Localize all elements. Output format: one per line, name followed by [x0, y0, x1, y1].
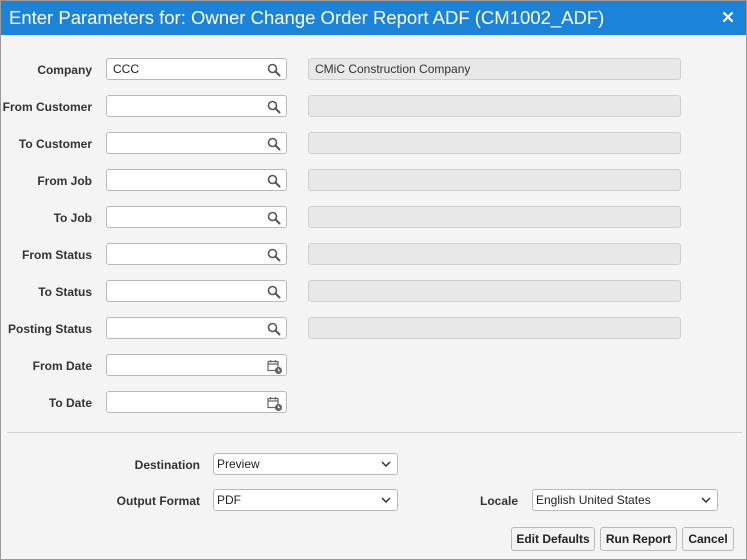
- search-icon[interactable]: [267, 211, 281, 225]
- from-date-label: From Date: [32, 359, 92, 373]
- destination-value: Preview: [217, 457, 260, 471]
- from-status-label: From Status: [21, 248, 92, 262]
- section-divider: [7, 432, 742, 433]
- cancel-button[interactable]: Cancel: [682, 527, 734, 551]
- locale-select[interactable]: English United States: [532, 489, 718, 511]
- from-date-field[interactable]: [106, 354, 287, 376]
- from-status-description: [308, 243, 681, 265]
- chevron-down-icon: [381, 460, 391, 468]
- edit-defaults-button[interactable]: Edit Defaults: [511, 527, 595, 551]
- search-icon[interactable]: [267, 100, 281, 114]
- from-job-description: [308, 169, 681, 191]
- company-field[interactable]: CCC: [106, 58, 287, 80]
- search-icon[interactable]: [267, 285, 281, 299]
- search-icon[interactable]: [267, 174, 281, 188]
- search-icon[interactable]: [267, 248, 281, 262]
- to-customer-field[interactable]: [106, 132, 287, 154]
- to-date-field[interactable]: [106, 391, 287, 413]
- run-report-button[interactable]: Run Report: [600, 527, 677, 551]
- from-customer-description: [308, 95, 681, 117]
- to-job-field[interactable]: [106, 206, 287, 228]
- search-icon[interactable]: [267, 322, 281, 336]
- company-description-text: CMiC Construction Company: [315, 62, 471, 76]
- to-date-label: To Date: [48, 396, 92, 410]
- close-icon[interactable]: [718, 7, 738, 27]
- posting-status-description: [308, 317, 681, 339]
- destination-select[interactable]: Preview: [213, 453, 398, 475]
- company-value: CCC: [113, 62, 139, 76]
- calendar-icon[interactable]: [267, 359, 283, 375]
- to-job-label: To Job: [53, 211, 92, 225]
- from-status-field[interactable]: [106, 243, 287, 265]
- output-format-label: Output Format: [116, 494, 200, 508]
- locale-label: Locale: [479, 494, 518, 508]
- posting-status-label: Posting Status: [7, 322, 92, 336]
- company-description: CMiC Construction Company: [308, 58, 681, 80]
- calendar-icon[interactable]: [267, 396, 283, 412]
- report-parameters-dialog: Enter Parameters for: Owner Change Order…: [0, 0, 747, 560]
- destination-label: Destination: [134, 458, 200, 472]
- from-job-field[interactable]: [106, 169, 287, 191]
- search-icon[interactable]: [267, 63, 281, 77]
- to-customer-label: To Customer: [18, 137, 92, 151]
- to-status-label: To Status: [38, 285, 92, 299]
- title-bar[interactable]: Enter Parameters for: Owner Change Order…: [1, 1, 746, 35]
- from-customer-label: From Customer: [2, 100, 92, 114]
- from-customer-field[interactable]: [106, 95, 287, 117]
- dialog-title: Enter Parameters for: Owner Change Order…: [9, 7, 605, 28]
- to-status-description: [308, 280, 681, 302]
- output-format-select[interactable]: PDF: [213, 489, 398, 511]
- chevron-down-icon: [701, 496, 711, 504]
- to-status-field[interactable]: [106, 280, 287, 302]
- from-job-label: From Job: [37, 174, 92, 188]
- locale-value: English United States: [536, 493, 651, 507]
- to-customer-description: [308, 132, 681, 154]
- output-format-value: PDF: [217, 493, 241, 507]
- posting-status-field[interactable]: [106, 317, 287, 339]
- chevron-down-icon: [381, 496, 391, 504]
- company-label: Company: [37, 63, 92, 77]
- search-icon[interactable]: [267, 137, 281, 151]
- to-job-description: [308, 206, 681, 228]
